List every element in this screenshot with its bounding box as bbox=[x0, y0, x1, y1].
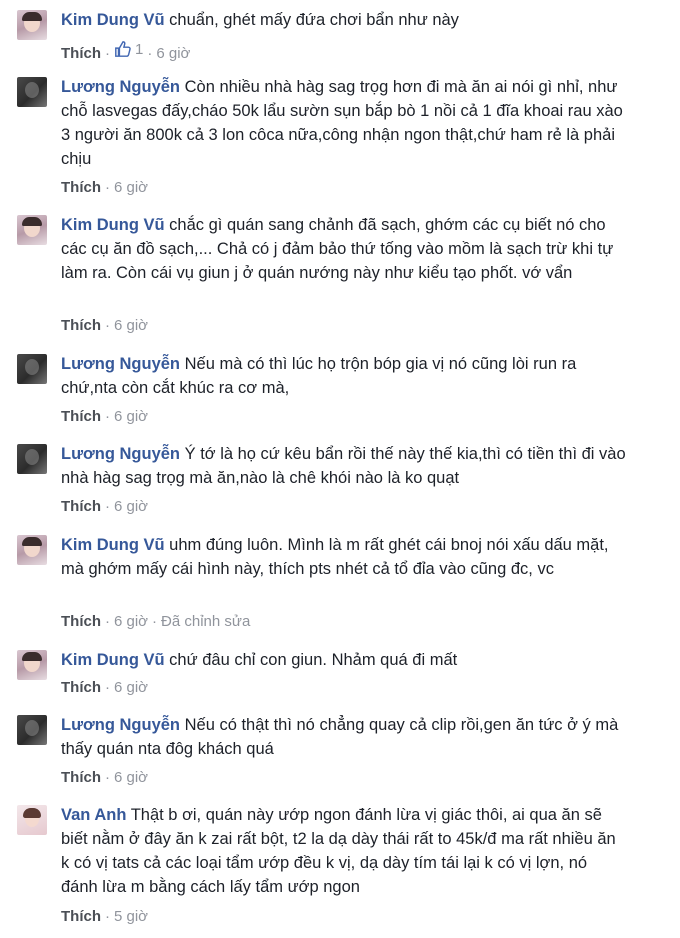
comment-author[interactable]: Kim Dung Vũ bbox=[61, 536, 165, 554]
comment-body: Lương Nguyễn Nếu có thật thì nó chẳng qu… bbox=[61, 713, 626, 761]
comment-actions: Thích · 6 giờ bbox=[61, 179, 149, 196]
comment-actions: Thích · 6 giờ bbox=[61, 408, 149, 425]
comment-actions: Thích · 5 giờ bbox=[61, 908, 149, 925]
comment-body: Lương Nguyễn Còn nhiều nhà hàg sag trọg … bbox=[61, 75, 626, 171]
comment-actions: Thích · 6 giờ bbox=[61, 769, 149, 786]
woman-selfie-avatar[interactable] bbox=[17, 215, 47, 245]
comment-feed: Kim Dung Vũ chuẩn, ghét mấy đứa chơi bẩn… bbox=[0, 0, 680, 938]
like-button[interactable]: Thích bbox=[61, 613, 101, 630]
comment-time[interactable]: 6 giờ bbox=[114, 613, 148, 630]
woman-selfie-avatar[interactable] bbox=[17, 650, 47, 680]
dark-portrait-avatar[interactable] bbox=[17, 444, 47, 474]
comment-time[interactable]: 5 giờ bbox=[114, 908, 148, 925]
like-button[interactable]: Thích bbox=[61, 179, 101, 196]
comment-author[interactable]: Van Anh bbox=[61, 806, 126, 824]
comment-text: chuẩn, ghét mấy đứa chơi bẩn như này bbox=[169, 11, 459, 29]
dark-portrait-avatar[interactable] bbox=[17, 715, 47, 745]
comment-body: Kim Dung Vũ chứ đâu chỉ con giun. Nhảm q… bbox=[61, 648, 626, 672]
comment-actions: Thích · 6 giờ bbox=[61, 317, 149, 334]
comment-time[interactable]: 6 giờ bbox=[114, 179, 148, 196]
comment-actions: Thích · 6 giờ bbox=[61, 498, 149, 515]
like-button[interactable]: Thích bbox=[61, 317, 101, 334]
comment-actions: Thích · 6 giờ bbox=[61, 679, 149, 696]
comment-time[interactable]: 6 giờ bbox=[114, 769, 148, 786]
like-button[interactable]: Thích bbox=[61, 408, 101, 425]
comment-time[interactable]: 6 giờ bbox=[156, 45, 190, 62]
like-button[interactable]: Thích bbox=[61, 498, 101, 515]
comment-time[interactable]: 6 giờ bbox=[114, 408, 148, 425]
comment-author[interactable]: Kim Dung Vũ bbox=[61, 651, 165, 669]
thumbs-up-icon bbox=[115, 41, 131, 57]
woman-selfie-avatar[interactable] bbox=[17, 535, 47, 565]
dark-portrait-avatar[interactable] bbox=[17, 77, 47, 107]
woman-portrait-avatar[interactable] bbox=[17, 805, 47, 835]
comment-author[interactable]: Lương Nguyễn bbox=[61, 445, 180, 463]
woman-selfie-avatar[interactable] bbox=[17, 10, 47, 40]
comment-body: Kim Dung Vũ uhm đúng luôn. Mình là m rất… bbox=[61, 533, 626, 581]
like-button[interactable]: Thích bbox=[61, 45, 101, 62]
dark-portrait-avatar[interactable] bbox=[17, 354, 47, 384]
comment-author[interactable]: Lương Nguyễn bbox=[61, 355, 180, 373]
like-button[interactable]: Thích bbox=[61, 679, 101, 696]
comment-time[interactable]: 6 giờ bbox=[114, 317, 148, 334]
like-count[interactable]: 1 bbox=[114, 40, 143, 58]
like-button[interactable]: Thích bbox=[61, 769, 101, 786]
comment-author[interactable]: Kim Dung Vũ bbox=[61, 216, 165, 234]
comment-body: Kim Dung Vũ chuẩn, ghét mấy đứa chơi bẩn… bbox=[61, 8, 626, 32]
comment-body: Van Anh Thật b ơi, quán này ướp ngon đán… bbox=[61, 803, 626, 899]
comment-body: Kim Dung Vũ chắc gì quán sang chảnh đã s… bbox=[61, 213, 626, 285]
comment-actions: Thích · 1 · 6 giờ bbox=[61, 40, 191, 63]
edited-label[interactable]: Đã chỉnh sửa bbox=[161, 613, 250, 630]
comment-author[interactable]: Lương Nguyễn bbox=[61, 716, 180, 734]
comment-body: Lương Nguyễn Nếu mà có thì lúc họ trộn b… bbox=[61, 352, 626, 400]
comment-text: Thật b ơi, quán này ướp ngon đánh lừa vị… bbox=[61, 806, 616, 896]
like-button[interactable]: Thích bbox=[61, 908, 101, 925]
comment-author[interactable]: Lương Nguyễn bbox=[61, 78, 180, 96]
comment-time[interactable]: 6 giờ bbox=[114, 679, 148, 696]
comment-author[interactable]: Kim Dung Vũ bbox=[61, 11, 165, 29]
comment-body: Lương Nguyễn Ý tớ là họ cứ kêu bẩn rồi t… bbox=[61, 442, 626, 490]
comment-text: chứ đâu chỉ con giun. Nhảm quá đi mất bbox=[169, 651, 458, 669]
comment-time[interactable]: 6 giờ bbox=[114, 498, 148, 515]
comment-actions: Thích · 6 giờ · Đã chỉnh sửa bbox=[61, 613, 251, 630]
